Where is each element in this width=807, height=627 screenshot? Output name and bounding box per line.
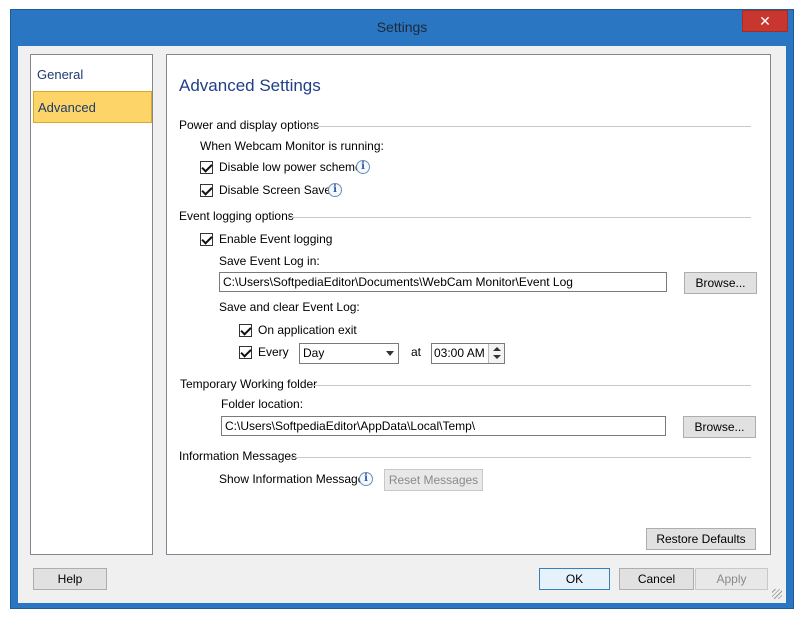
nav-item-general[interactable]: General xyxy=(33,59,152,91)
nav-item-advanced[interactable]: Advanced xyxy=(33,91,152,123)
title-bar[interactable]: Settings ✕ xyxy=(11,10,793,46)
help-button[interactable]: Help xyxy=(33,568,107,590)
logging-section-label: Event logging options xyxy=(179,209,294,223)
time-value: 03:00 AM xyxy=(434,346,485,360)
event-log-browse-button[interactable]: Browse... xyxy=(684,272,757,294)
resize-grip-icon[interactable] xyxy=(772,589,782,599)
info-section-label: Information Messages xyxy=(179,449,298,463)
temp-folder-path-input[interactable]: C:\Users\SoftpediaEditor\AppData\Local\T… xyxy=(221,416,666,436)
window-title: Settings xyxy=(376,19,428,35)
ok-button[interactable]: OK xyxy=(539,568,610,590)
show-info-label: Show Information Messages xyxy=(219,472,371,486)
enable-logging-checkbox[interactable] xyxy=(200,233,213,246)
screen-saver-label[interactable]: Disable Screen Saver xyxy=(219,183,335,197)
period-selected-value: Day xyxy=(303,346,325,360)
enable-logging-label[interactable]: Enable Event logging xyxy=(219,232,332,246)
power-subtitle: When Webcam Monitor is running: xyxy=(200,139,384,153)
cancel-button[interactable]: Cancel xyxy=(619,568,694,590)
at-label: at xyxy=(411,345,422,359)
time-spin-buttons[interactable] xyxy=(488,344,504,363)
logging-section-divider xyxy=(287,217,751,218)
every-checkbox[interactable] xyxy=(239,346,252,359)
temp-section-divider xyxy=(310,385,751,386)
save-log-in-label: Save Event Log in: xyxy=(219,254,320,268)
period-select[interactable]: Day xyxy=(299,343,399,364)
power-section-label: Power and display options xyxy=(179,118,320,132)
apply-button[interactable]: Apply xyxy=(695,568,768,590)
temp-section-label: Temporary Working folder xyxy=(180,377,318,391)
dialog-body: General Advanced Advanced Settings Power… xyxy=(18,46,786,603)
close-button[interactable]: ✕ xyxy=(742,10,788,32)
settings-window: Settings ✕ General Advanced Advanced Set… xyxy=(10,9,794,609)
show-info-info-icon[interactable]: i xyxy=(359,472,373,486)
spin-down-icon[interactable] xyxy=(493,355,501,359)
category-list: General Advanced xyxy=(30,54,153,555)
on-exit-label[interactable]: On application exit xyxy=(258,323,357,337)
spin-up-icon[interactable] xyxy=(493,347,501,351)
on-exit-checkbox[interactable] xyxy=(239,324,252,337)
save-clear-label: Save and clear Event Log: xyxy=(219,300,360,314)
event-log-path-input[interactable]: C:\Users\SoftpediaEditor\Documents\WebCa… xyxy=(219,272,667,292)
time-stepper[interactable]: 03:00 AM xyxy=(431,343,505,364)
temp-folder-browse-button[interactable]: Browse... xyxy=(683,416,756,438)
power-section-divider xyxy=(307,126,751,127)
close-icon: ✕ xyxy=(759,13,771,29)
info-section-divider xyxy=(287,457,751,458)
low-power-info-icon[interactable]: i xyxy=(356,160,370,174)
low-power-label[interactable]: Disable low power schemes xyxy=(219,160,368,174)
folder-location-label: Folder location: xyxy=(221,397,304,411)
advanced-settings-panel: Advanced Settings Power and display opti… xyxy=(166,54,771,555)
page-title: Advanced Settings xyxy=(179,76,321,95)
chevron-down-icon xyxy=(386,351,394,356)
low-power-checkbox[interactable] xyxy=(200,161,213,174)
screen-saver-checkbox[interactable] xyxy=(200,184,213,197)
reset-messages-button[interactable]: Reset Messages xyxy=(384,469,483,491)
every-label[interactable]: Every xyxy=(258,345,289,359)
restore-defaults-button[interactable]: Restore Defaults xyxy=(646,528,756,550)
screen-saver-info-icon[interactable]: i xyxy=(328,183,342,197)
